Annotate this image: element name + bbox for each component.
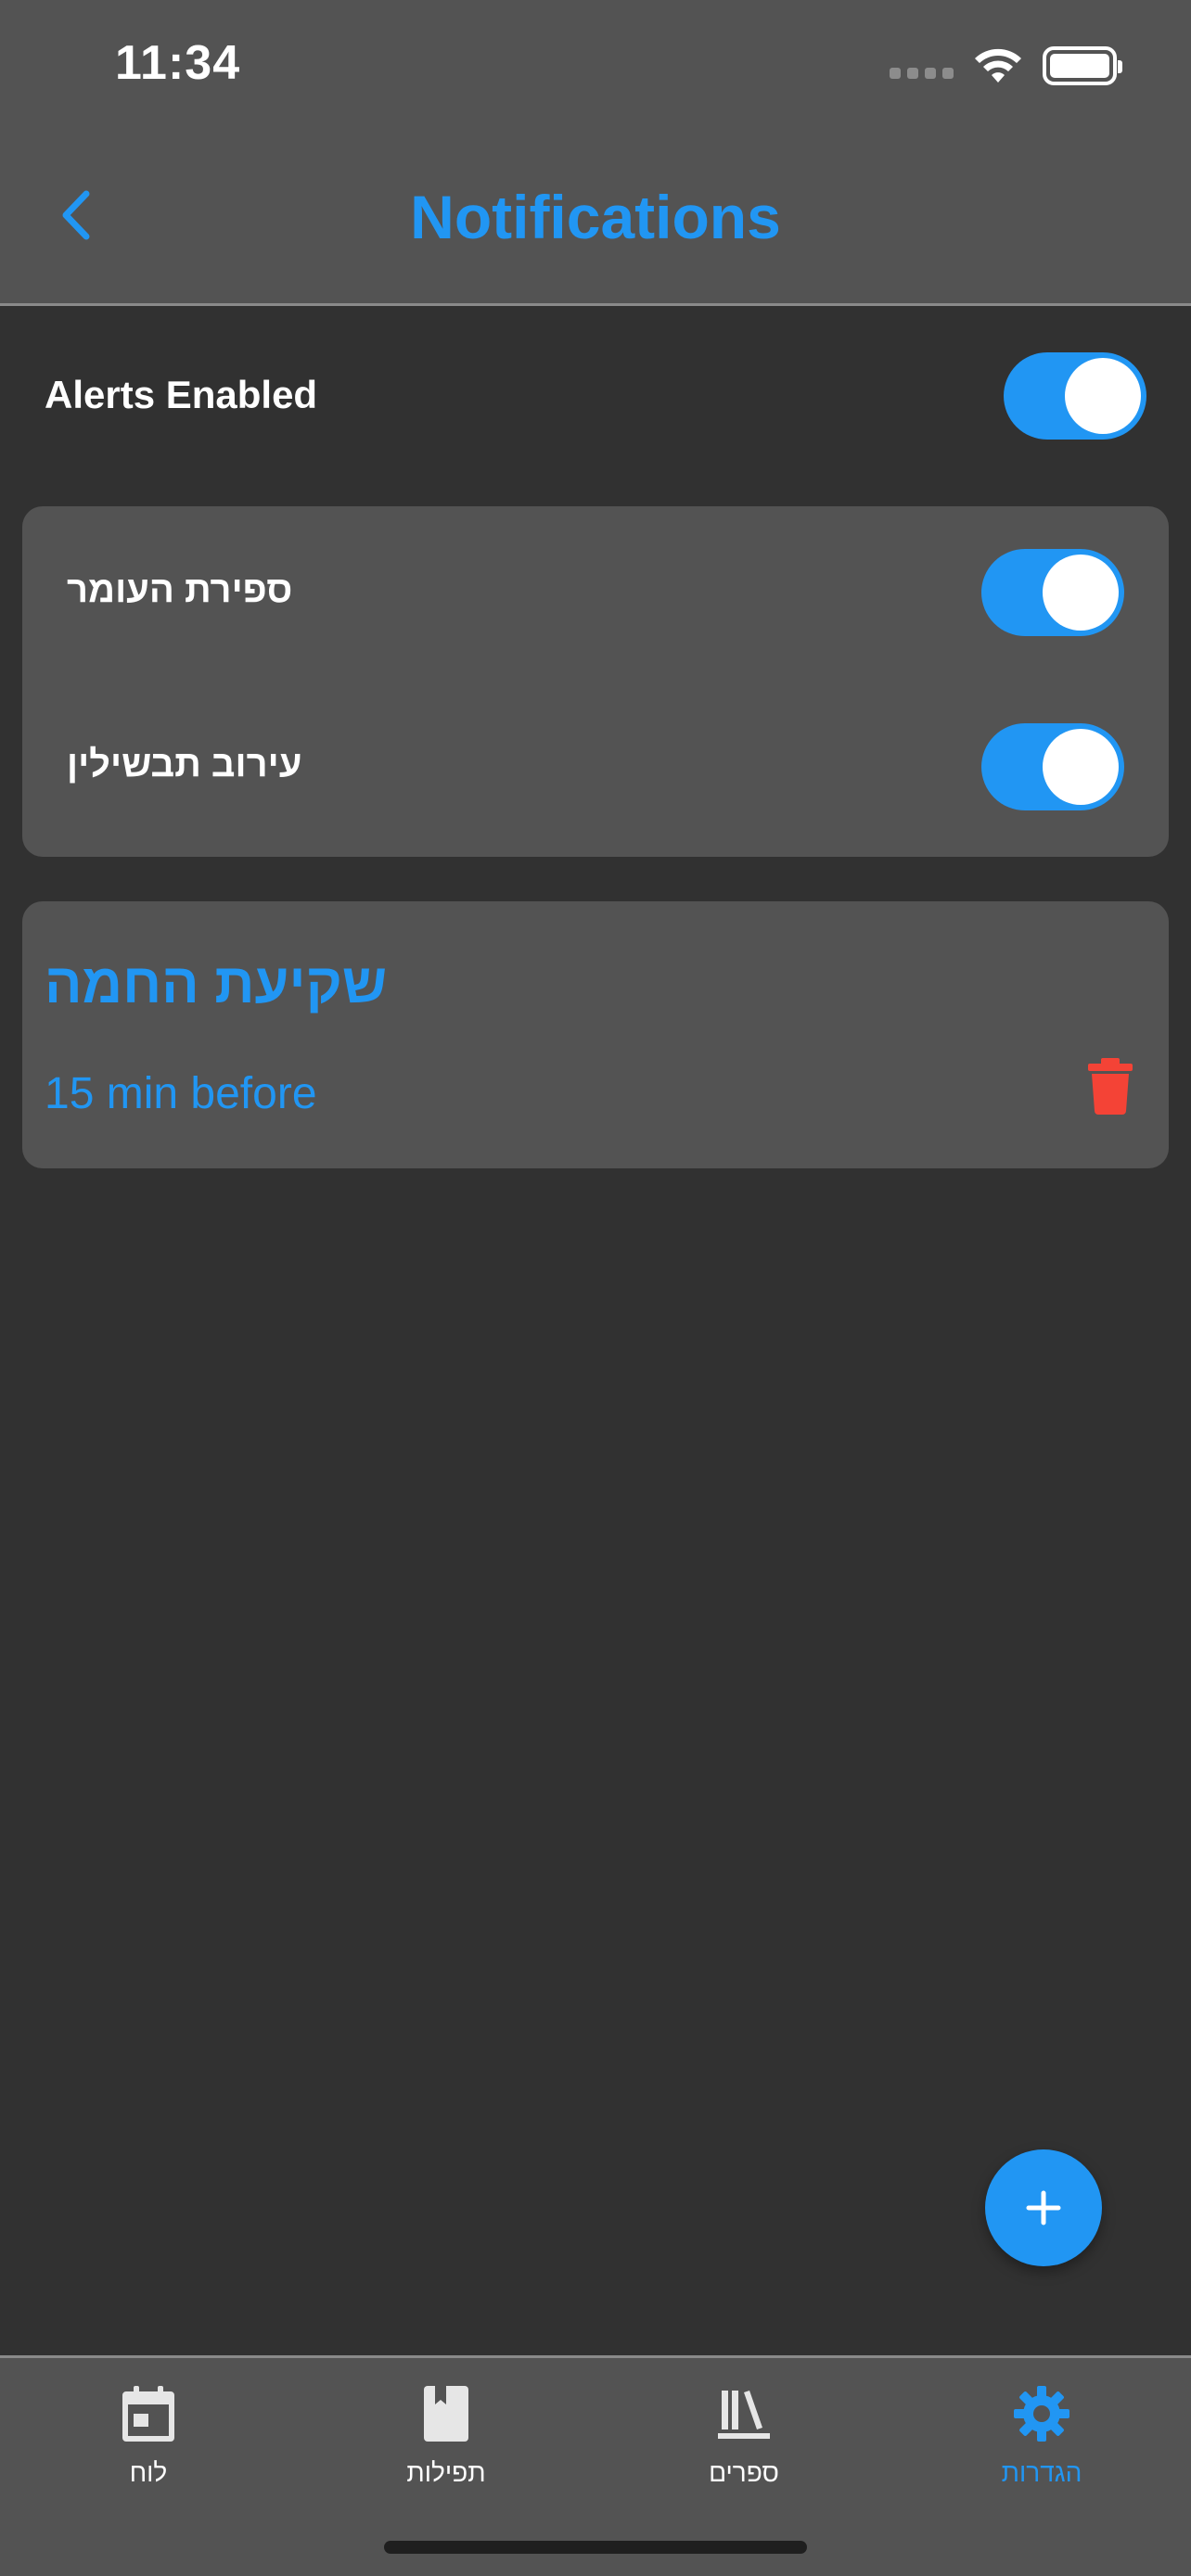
event-title: שקיעת החמה xyxy=(45,952,388,1014)
delete-button[interactable] xyxy=(1087,1057,1133,1115)
tab-prayers[interactable]: תפילות xyxy=(353,2384,539,2505)
book-icon xyxy=(416,2384,476,2443)
tab-label-books: ספרים xyxy=(709,2458,779,2487)
notification-toggles-card: ספירת העומר עירוב תבשילין xyxy=(22,506,1169,857)
sunset-notification-card[interactable]: שקיעת החמה 15 min before xyxy=(22,901,1169,1168)
toggle-row-omer: ספירת העומר xyxy=(22,506,1169,682)
toggle-knob xyxy=(1065,358,1141,434)
toggle-knob xyxy=(1043,729,1119,805)
toggle-label-eruv: עירוב תבשילין xyxy=(67,744,302,784)
tab-settings[interactable]: הגדרות xyxy=(949,2384,1134,2505)
cellular-signal-icon xyxy=(890,53,954,79)
toggle-knob xyxy=(1043,555,1119,631)
plus-icon xyxy=(1026,2190,1061,2225)
gear-icon xyxy=(1012,2384,1071,2443)
calendar-icon xyxy=(119,2384,178,2443)
alerts-enabled-row: Alerts Enabled xyxy=(0,343,1191,449)
status-icons xyxy=(890,43,1122,89)
tab-label-prayers: תפילות xyxy=(406,2458,486,2487)
alerts-enabled-toggle[interactable] xyxy=(1004,352,1146,440)
trash-icon xyxy=(1088,1058,1133,1115)
add-notification-button[interactable] xyxy=(985,2149,1102,2266)
page-title: Notifications xyxy=(410,183,781,251)
toggle-label-omer: ספירת העומר xyxy=(67,569,293,610)
tab-calendar[interactable]: לוח xyxy=(56,2384,241,2505)
top-bar: 11:34 Notifications xyxy=(0,0,1191,306)
home-indicator[interactable] xyxy=(384,2541,807,2554)
alerts-enabled-label: Alerts Enabled xyxy=(45,373,318,416)
status-time: 11:34 xyxy=(115,36,241,90)
omer-toggle[interactable] xyxy=(981,549,1124,636)
tab-books[interactable]: ספרים xyxy=(651,2384,837,2505)
eruv-tavshilin-toggle[interactable] xyxy=(981,723,1124,810)
wifi-icon xyxy=(975,48,1021,83)
toggle-row-eruv: עירוב תבשילין xyxy=(22,682,1169,859)
tab-label-settings: הגדרות xyxy=(1001,2458,1082,2487)
tab-label-calendar: לוח xyxy=(129,2458,168,2487)
battery-icon xyxy=(1043,46,1122,85)
event-offset: 15 min before xyxy=(45,1069,317,1118)
library-icon xyxy=(714,2384,774,2443)
